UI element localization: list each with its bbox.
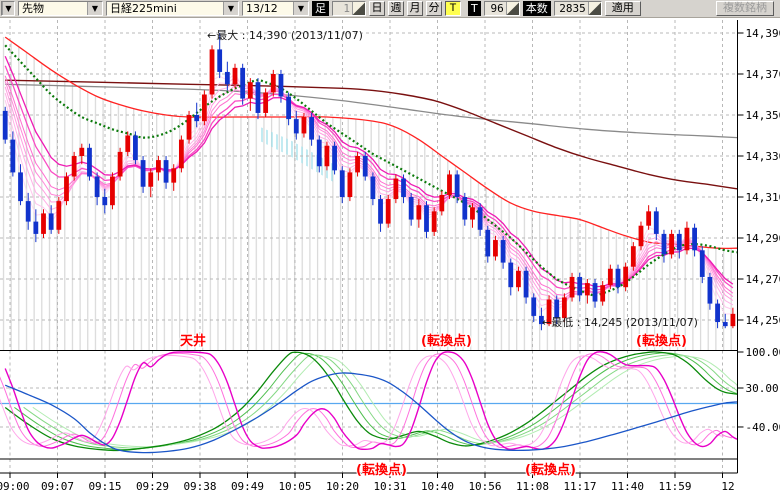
toolbar: ▼ 先物 ▼ 日経225mini ▼ 13/12 ▼ 足 1 日 週 月 分 T… bbox=[0, 0, 780, 18]
period-week-button[interactable]: 週 bbox=[388, 1, 404, 16]
price-chart-canvas[interactable]: 14,390 14,370 14,350 14,330 14,310 14,290 14,2… bbox=[0, 18, 780, 500]
svg-text:100.00: 100.00 bbox=[746, 346, 780, 359]
svg-text:-40.00: -40.00 bbox=[746, 421, 780, 434]
min-price-annotation: ←最低 : 14,245 (2013/11/07) bbox=[542, 314, 698, 330]
ceiling-signal-label: 天井 bbox=[180, 330, 206, 349]
svg-text:11:17: 11:17 bbox=[563, 480, 596, 493]
spinner-icon[interactable] bbox=[506, 2, 519, 15]
svg-text:14,390: 14,390 bbox=[746, 27, 780, 40]
interval-spinner[interactable]: 1 bbox=[332, 1, 366, 16]
svg-text:11:40: 11:40 bbox=[611, 480, 644, 493]
svg-text:09:29: 09:29 bbox=[136, 480, 169, 493]
svg-text:11:59: 11:59 bbox=[658, 480, 691, 493]
tick-count-spinner[interactable]: 96 bbox=[484, 1, 520, 16]
interval-value: 1 bbox=[333, 2, 352, 15]
apply-button[interactable]: 適用 bbox=[605, 1, 641, 16]
bar-type-chip: 足 bbox=[312, 1, 329, 16]
multi-symbol-button[interactable]: 複数銘柄 bbox=[716, 1, 774, 16]
spinner-icon[interactable] bbox=[352, 2, 365, 15]
period-month-button[interactable]: 月 bbox=[407, 1, 423, 16]
turning-point-bottom-1: (転換点) bbox=[356, 459, 407, 478]
period-minute-button[interactable]: 分 bbox=[426, 1, 442, 16]
max-price-annotation: ←最大 : 14,390 (2013/11/07) bbox=[207, 27, 363, 43]
svg-text:11:08: 11:08 bbox=[516, 480, 549, 493]
spinner-icon[interactable] bbox=[588, 2, 601, 15]
contract-month-select[interactable]: 13/12 ▼ bbox=[242, 1, 309, 16]
instrument-type-select[interactable]: 先物 ▼ bbox=[18, 1, 103, 16]
svg-text:14,290: 14,290 bbox=[746, 232, 780, 245]
chart-application-window: ▼ 先物 ▼ 日経225mini ▼ 13/12 ▼ 足 1 日 週 月 分 T… bbox=[0, 0, 780, 500]
bar-count-chip: 本数 bbox=[523, 1, 551, 16]
tick-count-value: 96 bbox=[485, 2, 506, 15]
svg-text:10:20: 10:20 bbox=[326, 480, 359, 493]
svg-text:09:15: 09:15 bbox=[88, 480, 121, 493]
dropdown-arrow-icon[interactable]: ▼ bbox=[293, 2, 308, 15]
svg-text:14,250: 14,250 bbox=[746, 314, 780, 327]
combo-stub[interactable]: ▼ bbox=[1, 1, 15, 16]
svg-text:30.00: 30.00 bbox=[746, 382, 779, 395]
turning-point-top-1: (転換点) bbox=[421, 330, 472, 349]
chart-area[interactable]: 14,390 14,370 14,350 14,330 14,310 14,290 14,2… bbox=[0, 18, 780, 500]
svg-text:09:49: 09:49 bbox=[231, 480, 264, 493]
svg-text:14,330: 14,330 bbox=[746, 150, 780, 163]
svg-text:14,270: 14,270 bbox=[746, 273, 780, 286]
svg-text:10:56: 10:56 bbox=[468, 480, 501, 493]
period-tick-button[interactable]: T bbox=[445, 1, 461, 16]
svg-text:14,350: 14,350 bbox=[746, 109, 780, 122]
svg-text:10:31: 10:31 bbox=[373, 480, 406, 493]
instrument-type-value: 先物 bbox=[19, 2, 87, 15]
dropdown-arrow-icon[interactable]: ▼ bbox=[2, 2, 14, 15]
bar-count-spinner[interactable]: 2835 bbox=[554, 1, 602, 16]
svg-text:12: 12 bbox=[721, 480, 734, 493]
turning-point-top-2: (転換点) bbox=[636, 330, 687, 349]
rci-oscillator-lines bbox=[0, 352, 738, 453]
svg-text:09:00: 09:00 bbox=[0, 480, 30, 493]
symbol-value: 日経225mini bbox=[107, 2, 223, 15]
svg-text:10:05: 10:05 bbox=[278, 480, 311, 493]
svg-text:09:07: 09:07 bbox=[41, 480, 74, 493]
period-day-button[interactable]: 日 bbox=[369, 1, 385, 16]
svg-text:14,370: 14,370 bbox=[746, 68, 780, 81]
svg-text:09:38: 09:38 bbox=[183, 480, 216, 493]
contract-month-value: 13/12 bbox=[243, 2, 293, 15]
svg-text:14,310: 14,310 bbox=[746, 191, 780, 204]
symbol-select[interactable]: 日経225mini ▼ bbox=[106, 1, 239, 16]
svg-text:10:40: 10:40 bbox=[421, 480, 454, 493]
turning-point-bottom-2: (転換点) bbox=[525, 459, 576, 478]
dropdown-arrow-icon[interactable]: ▼ bbox=[223, 2, 238, 15]
bar-count-value: 2835 bbox=[555, 2, 588, 15]
tick-chip: T bbox=[468, 1, 481, 16]
dropdown-arrow-icon[interactable]: ▼ bbox=[87, 2, 102, 15]
